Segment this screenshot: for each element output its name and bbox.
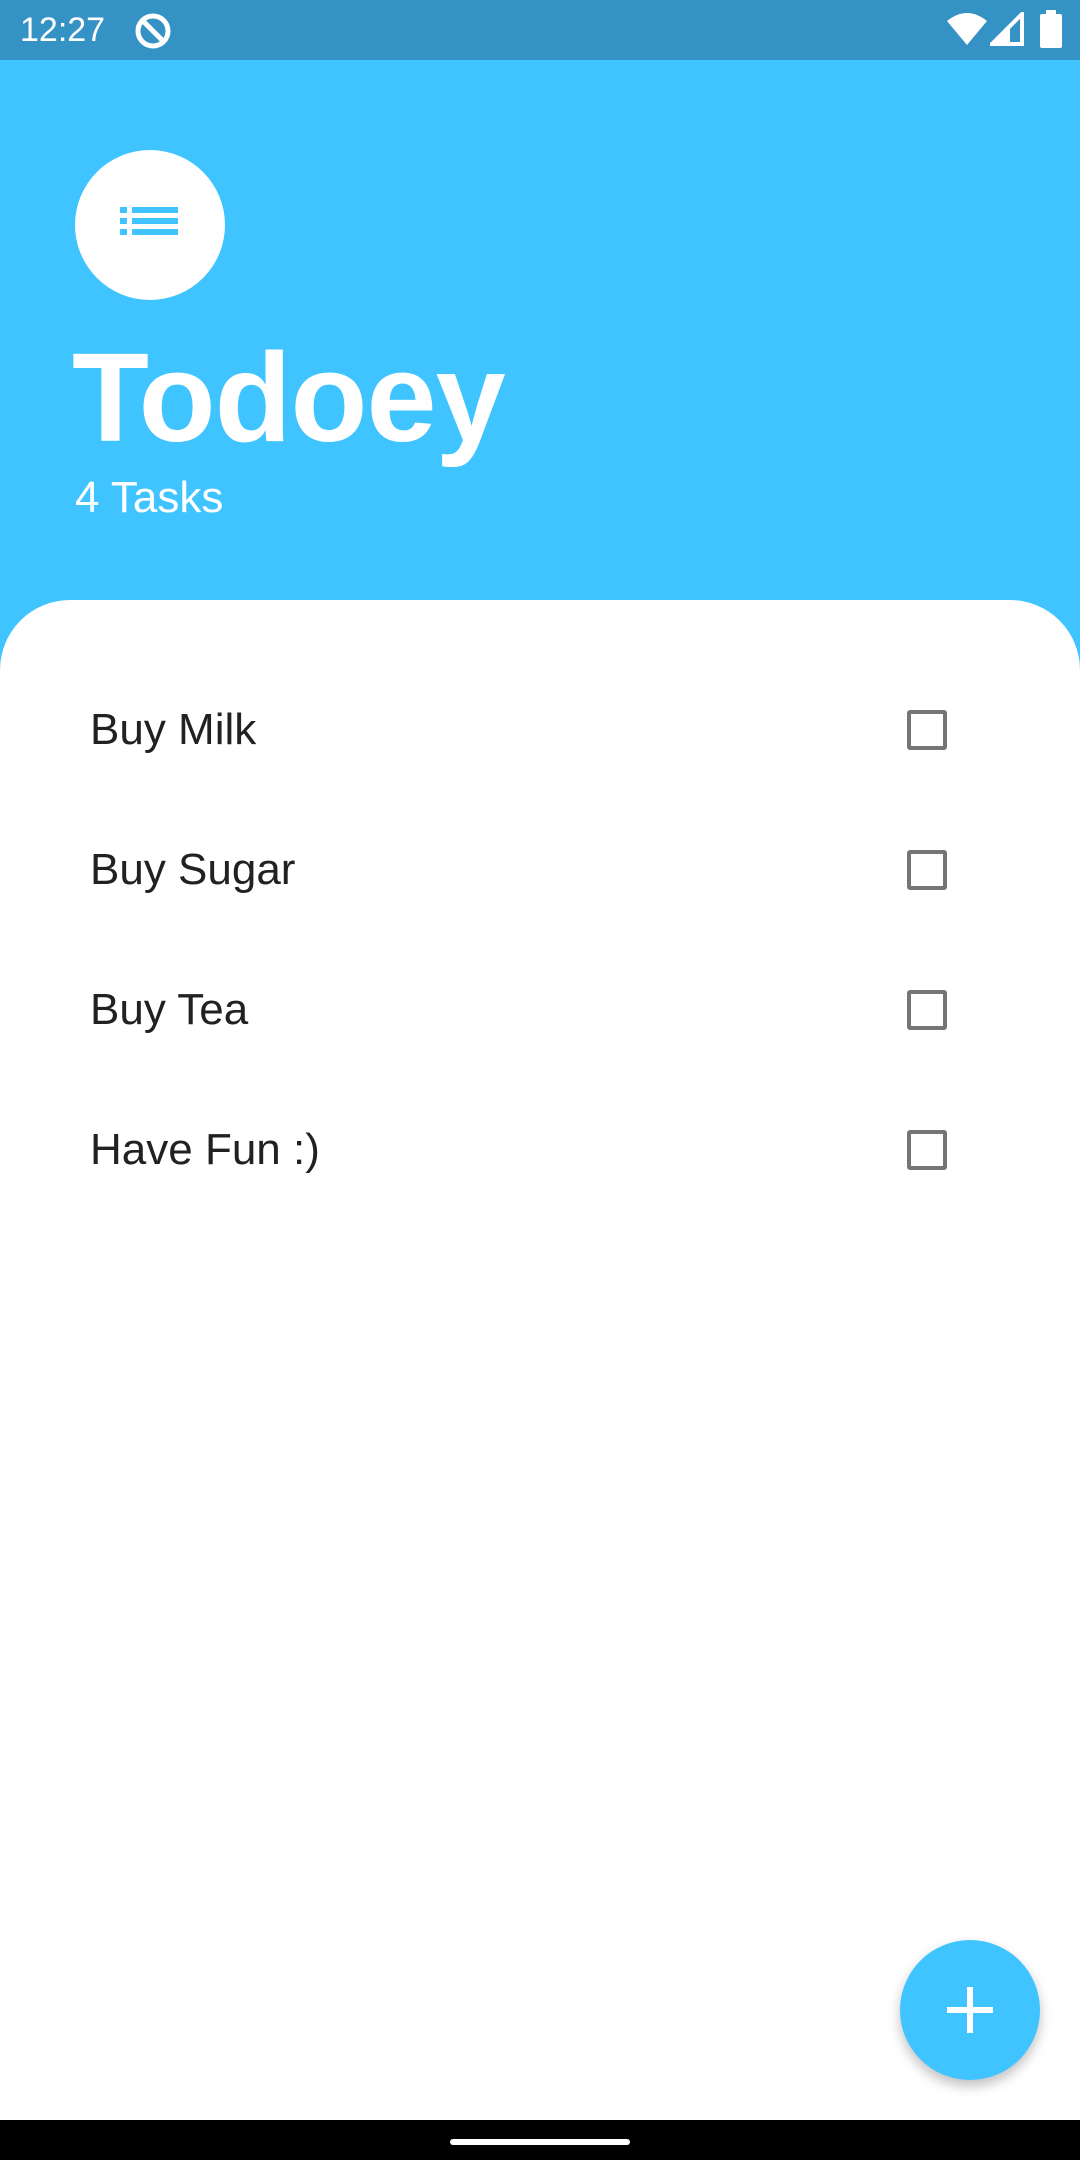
- task-checkbox[interactable]: [907, 1130, 947, 1170]
- app-screen: 12:27 Todoey 4 Tasks Buy Milk Buy Sugar …: [0, 0, 1080, 2160]
- task-label: Buy Tea: [90, 985, 249, 1034]
- task-checkbox[interactable]: [907, 990, 947, 1030]
- task-item[interactable]: Buy Milk: [0, 670, 1080, 790]
- task-item[interactable]: Have Fun :): [0, 1090, 1080, 1210]
- task-list: Buy Milk Buy Sugar Buy Tea Have Fun :): [0, 600, 1080, 2120]
- add-task-button[interactable]: [900, 1940, 1040, 2080]
- task-count: 4 Tasks: [75, 473, 224, 522]
- add-icon: [947, 1987, 993, 2033]
- task-label: Buy Milk: [90, 705, 257, 754]
- navigation-bar: [0, 2120, 1080, 2160]
- status-time: 12:27: [20, 11, 106, 49]
- status-bar: 12:27: [0, 0, 1080, 60]
- cell-signal-icon: [990, 12, 1024, 46]
- home-indicator[interactable]: [450, 2139, 630, 2145]
- task-checkbox[interactable]: [907, 850, 947, 890]
- app-notification-icon: [135, 13, 171, 49]
- app-title: Todoey: [72, 327, 506, 468]
- task-label: Have Fun :): [90, 1125, 320, 1174]
- task-item[interactable]: Buy Tea: [0, 950, 1080, 1070]
- battery-icon: [1040, 10, 1062, 48]
- task-item[interactable]: Buy Sugar: [0, 810, 1080, 930]
- list-icon-avatar: [75, 150, 225, 300]
- list-icon: [120, 207, 178, 235]
- task-label: Buy Sugar: [90, 845, 296, 894]
- wifi-icon: [947, 13, 987, 45]
- task-checkbox[interactable]: [907, 710, 947, 750]
